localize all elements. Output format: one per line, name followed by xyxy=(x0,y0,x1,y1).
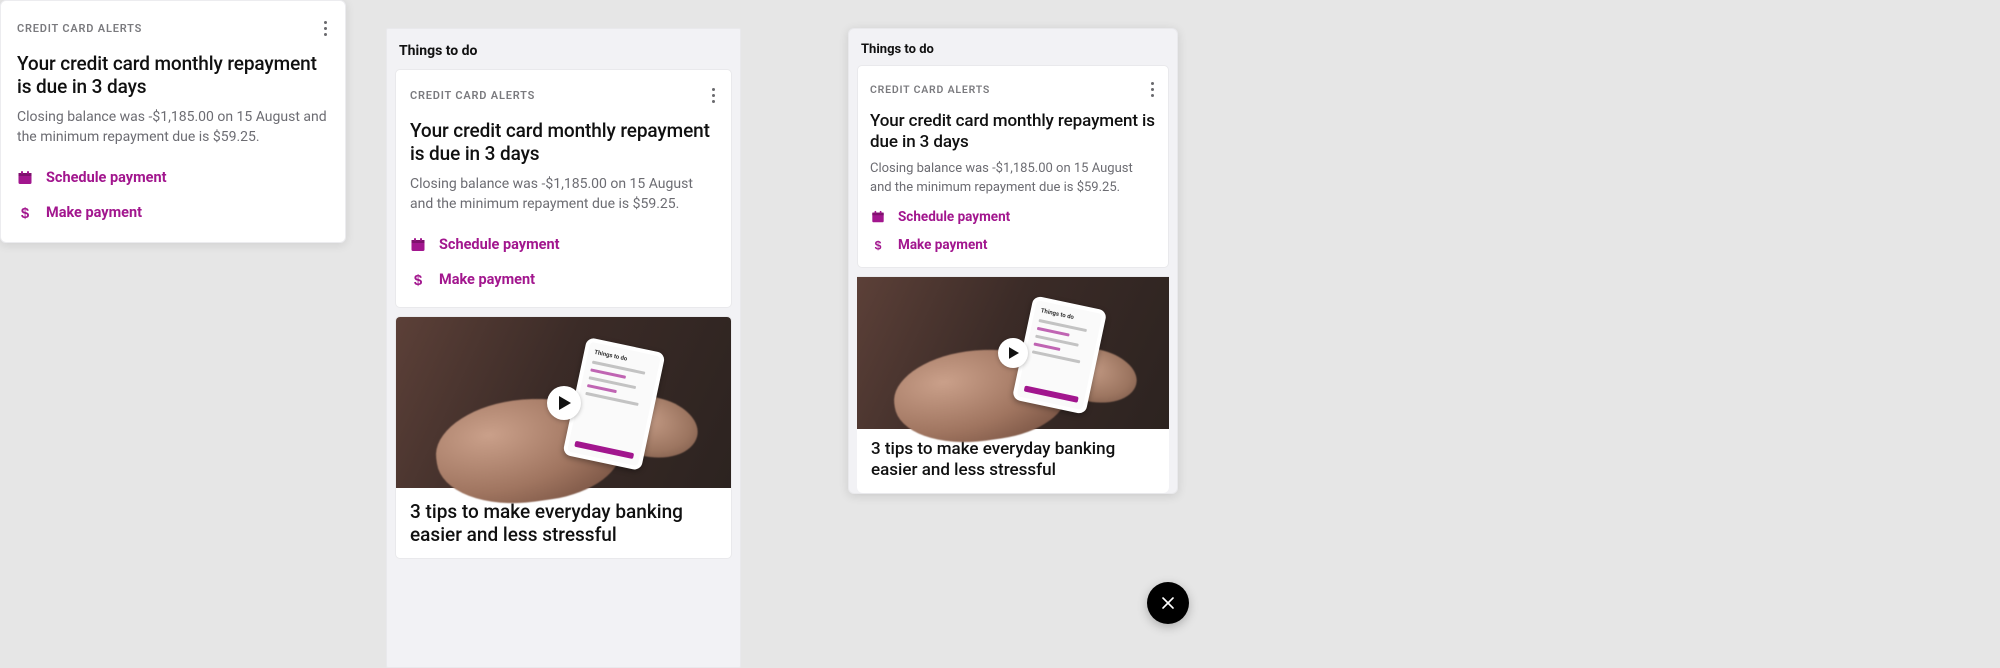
card-actions: Schedule payment $ Make payment xyxy=(396,223,731,307)
svg-text:$: $ xyxy=(21,205,30,221)
card-actions: Schedule payment $ Make payment xyxy=(858,201,1168,267)
dollar-icon: $ xyxy=(410,272,426,288)
svg-text:$: $ xyxy=(875,239,882,253)
card-header: CREDIT CARD ALERTS xyxy=(410,84,717,107)
calendar-icon xyxy=(17,170,33,186)
card-title: Your credit card monthly repayment is du… xyxy=(870,111,1156,152)
tips-video-title: 3 tips to make everyday banking easier a… xyxy=(396,488,731,558)
credit-card-alert-card-standalone: CREDIT CARD ALERTS Your credit card mont… xyxy=(0,0,346,243)
schedule-payment-button[interactable]: Schedule payment xyxy=(410,227,717,262)
schedule-payment-button[interactable]: Schedule payment xyxy=(17,160,329,195)
make-payment-button[interactable]: $ Make payment xyxy=(870,231,1156,259)
credit-card-alert-card: CREDIT CARD ALERTS Your credit card mont… xyxy=(395,69,732,308)
calendar-icon xyxy=(410,237,426,253)
card-body: Closing balance was -$1,185.00 on 15 Aug… xyxy=(410,175,717,215)
dollar-icon: $ xyxy=(870,237,886,253)
credit-card-alert-card: CREDIT CARD ALERTS Your credit card mont… xyxy=(857,65,1169,268)
more-vertical-icon[interactable] xyxy=(322,17,329,40)
schedule-payment-label: Schedule payment xyxy=(898,209,1010,225)
card-body: Closing balance was -$1,185.00 on 15 Aug… xyxy=(870,160,1156,197)
card-eyebrow: CREDIT CARD ALERTS xyxy=(17,22,142,35)
things-to-do-panel-compact: Things to do CREDIT CARD ALERTS Your cre… xyxy=(848,28,1178,494)
make-payment-button[interactable]: $ Make payment xyxy=(410,262,717,297)
tips-video-title: 3 tips to make everyday banking easier a… xyxy=(857,429,1169,492)
schedule-payment-button[interactable]: Schedule payment xyxy=(870,203,1156,231)
make-payment-label: Make payment xyxy=(46,204,142,221)
close-button[interactable] xyxy=(1147,582,1189,624)
things-to-do-panel: Things to do CREDIT CARD ALERTS Your cre… xyxy=(386,28,741,668)
card-title: Your credit card monthly repayment is du… xyxy=(17,52,329,98)
make-payment-button[interactable]: $ Make payment xyxy=(17,195,329,230)
card-actions: Schedule payment $ Make payment xyxy=(1,154,345,242)
make-payment-label: Make payment xyxy=(898,237,987,253)
more-vertical-icon[interactable] xyxy=(710,84,717,107)
things-to-do-heading: Things to do xyxy=(387,29,740,69)
play-icon[interactable] xyxy=(547,386,581,420)
video-thumbnail: Things to do xyxy=(396,317,731,488)
tips-video-card[interactable]: Things to do 3 tips to make everyday ban… xyxy=(857,276,1169,492)
calendar-icon xyxy=(870,209,886,225)
card-eyebrow: CREDIT CARD ALERTS xyxy=(410,89,535,102)
tips-video-card[interactable]: Things to do 3 tips to make everyday ban… xyxy=(395,316,732,559)
video-thumbnail: Things to do xyxy=(857,277,1169,429)
more-vertical-icon[interactable] xyxy=(1149,78,1156,101)
card-title: Your credit card monthly repayment is du… xyxy=(410,119,717,165)
card-body: Closing balance was -$1,185.00 on 15 Aug… xyxy=(17,108,329,148)
card-header: CREDIT CARD ALERTS xyxy=(17,17,329,40)
close-icon xyxy=(1161,596,1175,610)
make-payment-label: Make payment xyxy=(439,271,535,288)
schedule-payment-label: Schedule payment xyxy=(439,236,560,253)
card-header: CREDIT CARD ALERTS xyxy=(870,78,1156,101)
card-eyebrow: CREDIT CARD ALERTS xyxy=(870,83,990,96)
things-to-do-heading: Things to do xyxy=(849,29,1177,65)
dollar-icon: $ xyxy=(17,205,33,221)
svg-text:$: $ xyxy=(414,272,423,288)
schedule-payment-label: Schedule payment xyxy=(46,169,167,186)
